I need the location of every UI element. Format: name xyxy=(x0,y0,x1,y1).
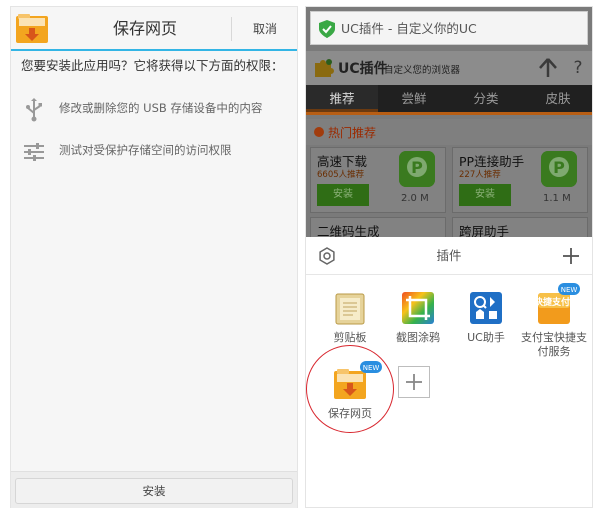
plugin-screenshot-doodle[interactable]: 截图涂鸦 xyxy=(382,291,454,367)
add-plugin-button[interactable] xyxy=(398,366,430,398)
plugin-sheet-header: 插件 xyxy=(306,237,592,275)
pp-app-icon: P xyxy=(399,151,435,187)
plus-icon[interactable] xyxy=(560,245,582,267)
store-tabs: 推荐 尝鲜 分类 皮肤 xyxy=(306,85,592,115)
alipay-icon-text-top: 快捷支付 xyxy=(537,296,570,308)
clipboard-icon xyxy=(335,293,365,325)
app-card-cross-screen[interactable]: 跨屏助手 xyxy=(452,217,588,239)
save-page-app-icon xyxy=(16,14,48,43)
plugin-store-header: UC插件 自定义您的浏览器 ? xyxy=(306,51,592,85)
plugin-alipay[interactable]: 快捷支付 NEW 支付宝快捷支付服务 xyxy=(518,283,590,367)
url-text: UC插件 - 自定义你的UC xyxy=(341,21,477,36)
store-slogan: 自定义您的浏览器 xyxy=(384,65,461,76)
sliders-icon xyxy=(24,143,44,161)
tab-recommend[interactable]: 推荐 xyxy=(306,85,378,112)
plus-icon xyxy=(406,374,422,390)
crop-icon xyxy=(402,292,434,324)
store-brand: UC插件 xyxy=(338,61,388,77)
plugin-save-page[interactable]: NEW 保存网页 xyxy=(314,361,386,443)
uc-assistant-icon xyxy=(470,292,502,324)
app-card-fast-download[interactable]: 高速下载 6605人推荐 安装 P 2.0 M xyxy=(310,147,446,213)
install-button[interactable]: 安装 xyxy=(15,478,293,504)
install-question: 您要安装此应用吗？它将获得以下方面的权限： xyxy=(21,58,284,73)
shield-check-icon xyxy=(319,20,335,38)
hot-dot-icon xyxy=(314,127,324,137)
tab-category[interactable]: 分类 xyxy=(450,85,522,112)
app-size: 2.0 M xyxy=(401,193,429,204)
uc-browser-panel: UC插件 - 自定义你的UC UC插件 自定义您的浏览器 ? 推荐 尝鲜 分类 … xyxy=(305,6,593,508)
dimmed-page: UC插件 - 自定义你的UC UC插件 自定义您的浏览器 ? 推荐 尝鲜 分类 … xyxy=(306,7,592,239)
app-install-button[interactable]: 安装 xyxy=(459,184,511,206)
svg-text:P: P xyxy=(411,158,423,177)
cancel-button[interactable]: 取消 xyxy=(232,7,298,51)
new-badge-text: NEW xyxy=(561,286,578,294)
permission-storage: 测试对受保护存储空间的访问权限 xyxy=(21,139,297,165)
plugin-clipboard[interactable]: 剪贴板 xyxy=(314,291,386,367)
url-bar[interactable]: UC插件 - 自定义你的UC xyxy=(310,11,588,45)
plugin-label: 保存网页 xyxy=(328,407,372,420)
dialog-title: 保存网页 xyxy=(112,19,177,38)
svg-text:P: P xyxy=(553,158,565,177)
pp-app-icon: P xyxy=(541,151,577,187)
plugin-sheet: 插件 剪贴板 截图涂鸦 UC助手 快捷支付 NEW 支付宝快捷支付服务 NEW … xyxy=(306,237,592,507)
app-install-button[interactable]: 安装 xyxy=(317,184,369,206)
usb-icon xyxy=(26,98,42,122)
permission-usb-text: 修改或删除您的 USB 存储设备中的内容 xyxy=(59,101,263,115)
tab-skins[interactable]: 皮肤 xyxy=(522,85,592,112)
plugin-label: UC助手 xyxy=(467,331,505,344)
install-dialog: 保存网页 取消 您要安装此应用吗？它将获得以下方面的权限： 修改或删除您的 US… xyxy=(10,6,298,508)
puzzle-icon xyxy=(315,59,334,77)
new-badge: NEW xyxy=(360,361,382,373)
permission-usb: 修改或删除您的 USB 存储设备中的内容 xyxy=(21,97,297,123)
arrow-up-icon[interactable] xyxy=(534,53,562,83)
dialog-header: 保存网页 取消 xyxy=(11,7,297,51)
app-card-qr-generator[interactable]: 二维码生成 xyxy=(310,217,446,239)
hot-section-header: 热门推荐 xyxy=(306,119,592,145)
plugin-label: 剪贴板 xyxy=(333,331,367,344)
app-card-pp-assistant[interactable]: PP连接助手 227人推荐 安装 P 1.1 M xyxy=(452,147,588,213)
help-icon[interactable]: ? xyxy=(564,53,592,83)
dialog-footer: 安装 xyxy=(11,471,297,508)
hot-section-title: 热门推荐 xyxy=(328,126,377,140)
new-badge-text: NEW xyxy=(363,364,380,372)
tab-trial[interactable]: 尝鲜 xyxy=(378,85,450,112)
permission-storage-text: 测试对受保护存储空间的访问权限 xyxy=(59,143,232,157)
plugin-label: 截图涂鸦 xyxy=(396,331,440,344)
app-size: 1.1 M xyxy=(543,193,571,204)
app-count: 227人推荐 xyxy=(459,170,501,180)
alipay-icon: 快捷支付 xyxy=(537,293,570,324)
plugin-sheet-title: 插件 xyxy=(436,248,462,263)
plugin-uc-assistant[interactable]: UC助手 xyxy=(450,291,522,367)
plugin-label: 支付宝快捷支付服务 xyxy=(521,331,587,358)
new-badge: NEW xyxy=(558,283,580,295)
app-count: 6605人推荐 xyxy=(317,170,365,180)
